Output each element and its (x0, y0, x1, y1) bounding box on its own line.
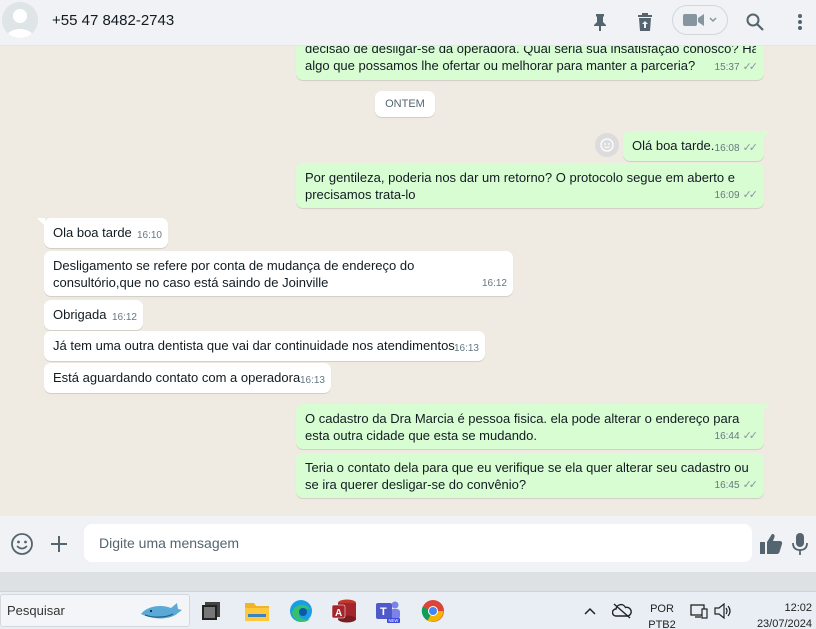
default-avatar-icon (2, 2, 38, 38)
language-code: POR (650, 603, 674, 615)
message-bubble-incoming[interactable]: Está aguardando contato com a operadora … (44, 363, 331, 393)
clock-date: 23/07/2024 (756, 618, 812, 629)
whale-search-art-icon (141, 603, 182, 619)
video-call-button[interactable] (672, 5, 728, 35)
message-meta: 16:44 ✓✓ (714, 428, 759, 445)
message-meta: 16:13 (300, 372, 325, 389)
contact-avatar[interactable] (2, 2, 38, 38)
bubble-tail (762, 131, 770, 139)
pin-icon[interactable] (588, 10, 612, 34)
file-explorer-icon[interactable] (244, 598, 270, 624)
message-meta: 15:37 ✓✓ (714, 59, 759, 76)
chevron-down-icon (709, 17, 717, 23)
double-check-icon: ✓✓ (742, 479, 759, 491)
message-meta: 16:13 (454, 340, 479, 357)
message-time: 16:45 (714, 480, 740, 491)
message-bubble-outgoing[interactable]: Teria o contato dela para que eu verifiq… (296, 453, 764, 498)
message-text: Teria o contato dela para que eu verifiq… (305, 460, 749, 492)
message-bubble-outgoing[interactable]: Por gentileza, poderia nos dar um retorn… (296, 163, 764, 208)
message-input[interactable] (84, 524, 752, 562)
svg-text:T: T (380, 606, 387, 618)
message-meta: 16:10 (137, 227, 162, 244)
message-meta: 16:12 (112, 309, 137, 326)
onedrive-offline-icon[interactable] (610, 592, 634, 629)
speaker-icon[interactable] (712, 592, 734, 629)
svg-text:A: A (335, 608, 342, 619)
video-camera-icon (683, 14, 704, 26)
message-meta: 16:08 ✓✓ (714, 140, 759, 157)
date-divider: ONTEM (375, 91, 435, 117)
message-text: Ola boa tarde (53, 225, 132, 240)
double-check-icon: ✓✓ (742, 61, 759, 73)
tray-chevron-up-icon[interactable] (580, 592, 600, 629)
chrome-browser-icon[interactable] (420, 598, 446, 624)
message-bubble-outgoing[interactable]: Olá boa tarde. 16:08 ✓✓ (623, 131, 764, 161)
message-bubble-incoming[interactable]: Obrigada 16:12 (44, 300, 143, 330)
window-scroll-strip (0, 572, 816, 592)
message-text: algo que possamos lhe ofertar ou melhora… (305, 58, 696, 73)
message-time: 16:10 (136, 230, 162, 241)
message-time: 16:44 (714, 431, 740, 442)
message-time: 15:37 (714, 62, 740, 73)
double-check-icon: ✓✓ (742, 189, 759, 201)
message-bubble-incoming[interactable]: Ola boa tarde 16:10 (44, 218, 168, 248)
message-time: 16:08 (714, 143, 740, 154)
message-text: O cadastro da Dra Marcia é pessoa fisica… (305, 411, 740, 443)
double-check-icon: ✓✓ (742, 430, 759, 442)
chat-header: +55 47 8482-2743 (0, 0, 816, 46)
message-time: 16:09 (714, 190, 740, 201)
menu-icon[interactable] (788, 10, 812, 34)
os-taskbar: Pesquisar A T NEW POR PTB2 12:02 23/07/2… (0, 592, 816, 629)
double-check-icon: ✓✓ (742, 142, 759, 154)
message-text: Por gentileza, poderia nos dar um retorn… (305, 170, 735, 202)
svg-text:NEW: NEW (389, 618, 399, 623)
chat-messages[interactable]: decisão de desligar-se da operadora. Qua… (0, 46, 816, 516)
message-bubble-incoming[interactable]: Já tem uma outra dentista que vai dar co… (44, 331, 485, 361)
message-text: Já tem uma outra dentista que vai dar co… (53, 338, 455, 353)
display-icon[interactable] (688, 592, 710, 629)
clock-time: 12:02 (784, 602, 812, 614)
message-text: Obrigada (53, 307, 107, 322)
smiley-icon (600, 138, 614, 152)
emoji-icon[interactable] (8, 530, 36, 558)
message-meta: 16:12 (482, 275, 507, 292)
message-time: 16:13 (453, 343, 479, 354)
keyboard-layout: PTB2 (648, 619, 676, 629)
message-composer (0, 516, 816, 572)
message-meta: 16:09 ✓✓ (714, 187, 759, 204)
taskbar-clock[interactable]: 12:02 23/07/2024 (744, 600, 812, 629)
microphone-icon[interactable] (786, 530, 814, 558)
trash-icon[interactable] (633, 10, 657, 34)
message-meta: 16:45 ✓✓ (714, 477, 759, 494)
taskbar-search-label: Pesquisar (7, 603, 65, 618)
message-time: 16:12 (481, 278, 507, 289)
contact-name[interactable]: +55 47 8482-2743 (52, 12, 174, 29)
message-text: decisão de desligar-se da operadora. Qua… (305, 46, 756, 56)
taskbar-search[interactable]: Pesquisar (0, 594, 190, 627)
teams-app-icon[interactable]: T NEW (375, 598, 401, 624)
search-icon[interactable] (743, 10, 767, 34)
message-text: Olá boa tarde. (632, 138, 715, 153)
message-bubble-outgoing[interactable]: O cadastro da Dra Marcia é pessoa fisica… (296, 404, 764, 449)
thumbs-up-icon[interactable] (757, 530, 785, 558)
message-text: Desligamento se refere por conta de muda… (53, 258, 415, 290)
edge-browser-icon[interactable] (288, 598, 314, 624)
emoji-reaction-button[interactable] (595, 133, 619, 157)
message-time: 16:13 (299, 375, 325, 386)
access-app-icon[interactable]: A (331, 598, 357, 624)
message-text: Está aguardando contato com a operadora (53, 370, 301, 385)
task-view-icon[interactable] (198, 598, 224, 624)
message-bubble-outgoing[interactable]: decisão de desligar-se da operadora. Qua… (296, 46, 764, 80)
input-language[interactable]: POR PTB2 (644, 601, 680, 629)
message-time: 16:12 (111, 312, 137, 323)
attach-plus-icon[interactable] (45, 530, 73, 558)
message-bubble-incoming[interactable]: Desligamento se refere por conta de muda… (44, 251, 513, 296)
